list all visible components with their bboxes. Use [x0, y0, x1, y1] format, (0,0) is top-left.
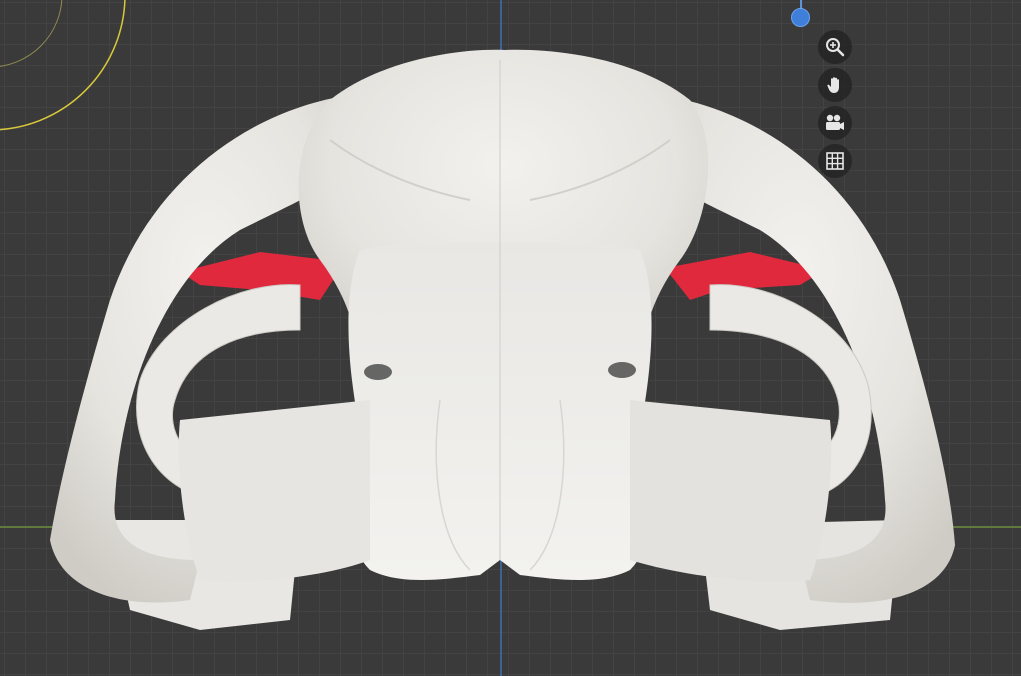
- left-eye-socket: [364, 364, 392, 380]
- viewport-scene: [0, 0, 1021, 676]
- right-cheek: [630, 400, 832, 582]
- 3d-viewport[interactable]: [0, 0, 1021, 676]
- hand-pan-icon: [827, 77, 839, 93]
- camera-icon: [826, 114, 844, 130]
- light-outer-ring[interactable]: [0, 0, 126, 131]
- camera-view-button[interactable]: [818, 106, 852, 140]
- right-eye-socket: [608, 362, 636, 378]
- grid-ortho-icon: [826, 152, 844, 170]
- left-cheek: [178, 400, 370, 582]
- pan-button[interactable]: [818, 68, 852, 102]
- zoom-button[interactable]: [818, 30, 852, 64]
- zoom-icon: [826, 38, 845, 57]
- gizmo-z-axis-ball[interactable]: [791, 8, 810, 27]
- light-inner-ring[interactable]: [0, 0, 63, 67]
- viewport-navigation-tools: [818, 30, 854, 178]
- ortho-toggle-button[interactable]: [818, 144, 852, 178]
